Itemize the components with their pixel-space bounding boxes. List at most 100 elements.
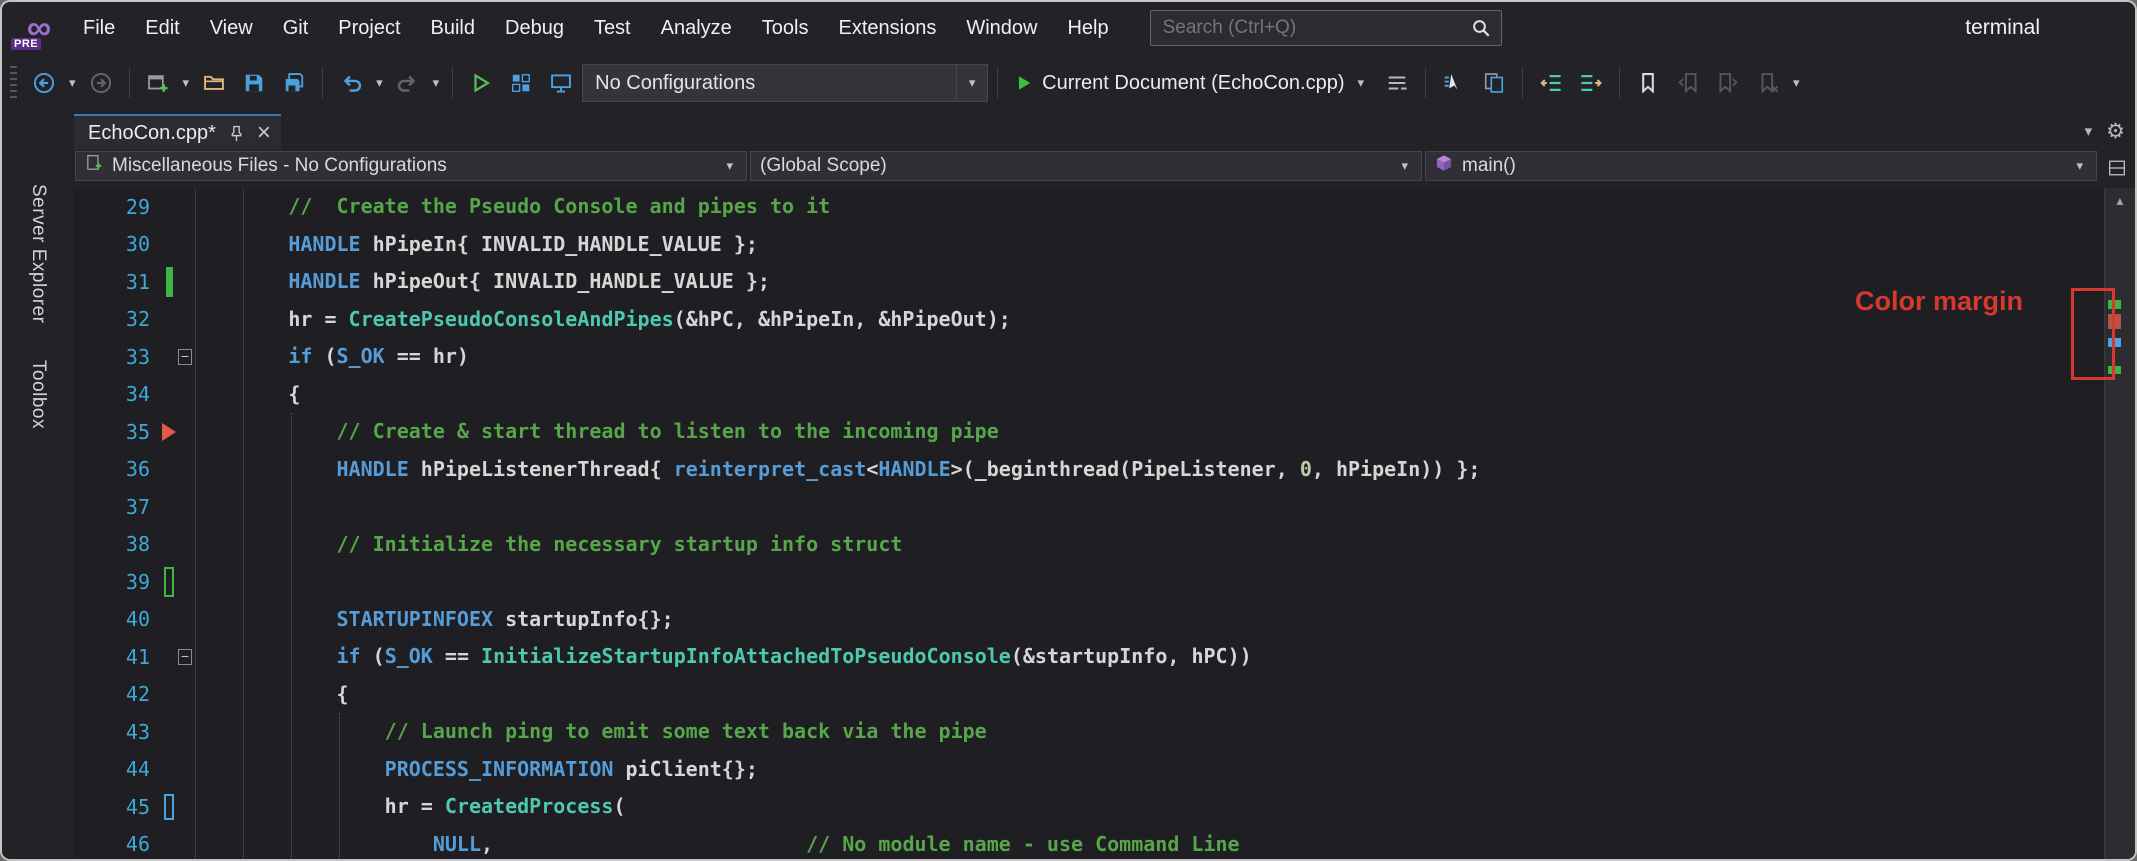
project-dropdown-caret[interactable]: ▾ [722, 158, 737, 174]
menu-item-project[interactable]: Project [323, 2, 415, 54]
redo-dropdown-caret[interactable]: ▾ [429, 75, 444, 91]
line-number[interactable]: 35 [74, 420, 160, 444]
search-input[interactable] [1160, 16, 1471, 40]
line-number[interactable]: 39 [74, 570, 160, 594]
code-text[interactable]: HANDLE hPipeOut{ INVALID_HANDLE_VALUE }; [192, 263, 770, 301]
code-text[interactable]: STARTUPINFOEX startupInfo{}; [192, 601, 674, 639]
side-tab-server-explorer[interactable]: Server Explorer [27, 184, 49, 324]
line-number[interactable]: 41 [74, 645, 160, 669]
toolbar-options-caret[interactable]: ▾ [1789, 75, 1804, 91]
search-icon[interactable] [1471, 18, 1491, 38]
outline-margin[interactable]: − [178, 348, 192, 365]
previous-bookmark-button[interactable] [1669, 63, 1707, 103]
decrease-indent-button[interactable] [1532, 63, 1570, 103]
breakpoint-margin[interactable] [160, 566, 178, 597]
code-text[interactable]: // Create the Pseudo Console and pipes t… [192, 188, 830, 226]
pin-icon[interactable] [228, 125, 245, 142]
member-dropdown[interactable]: main() ▾ [1425, 151, 2097, 181]
code-text[interactable]: PROCESS_INFORMATION piClient{}; [192, 751, 758, 789]
code-text[interactable]: { [192, 376, 300, 414]
toolbar-grip[interactable] [10, 66, 17, 100]
scope-dropdown-caret[interactable]: ▾ [1397, 158, 1412, 174]
code-text[interactable]: if (S_OK == hr) [192, 338, 469, 376]
menu-item-help[interactable]: Help [1052, 2, 1123, 54]
menu-item-test[interactable]: Test [579, 2, 646, 54]
line-number[interactable]: 32 [74, 307, 160, 331]
undo-button[interactable] [332, 63, 370, 103]
increase-indent-button[interactable] [1572, 63, 1610, 103]
search-box[interactable] [1149, 10, 1502, 46]
code-text[interactable]: if (S_OK == InitializeStartupInfoAttache… [192, 638, 1252, 676]
code-text[interactable]: HANDLE hPipeIn{ INVALID_HANDLE_VALUE }; [192, 226, 758, 264]
menu-item-extensions[interactable]: Extensions [823, 2, 951, 54]
new-project-dropdown-caret[interactable]: ▾ [179, 75, 194, 91]
line-number[interactable]: 45 [74, 795, 160, 819]
breakpoint-margin[interactable] [160, 266, 178, 297]
code-area[interactable]: 29 // Create the Pseudo Console and pipe… [74, 188, 2105, 859]
line-number[interactable]: 29 [74, 195, 160, 219]
line-number[interactable]: 37 [74, 495, 160, 519]
line-number[interactable]: 33 [74, 345, 160, 369]
line-number[interactable]: 36 [74, 457, 160, 481]
save-all-button[interactable] [275, 63, 313, 103]
vertical-scrollbar[interactable]: ▲ [2104, 188, 2135, 859]
navigate-back-dropdown-caret[interactable]: ▾ [65, 75, 80, 91]
code-text[interactable]: // Create & start thread to listen to th… [192, 413, 999, 451]
collapse-region-button[interactable]: − [178, 348, 192, 365]
settings-gear-icon[interactable]: ⚙ [2106, 119, 2125, 144]
browser-link-button[interactable] [542, 63, 580, 103]
split-editor-icon[interactable] [2100, 151, 2134, 185]
menu-item-analyze[interactable]: Analyze [646, 2, 747, 54]
debug-target-options-button[interactable] [1378, 63, 1416, 103]
line-number[interactable]: 31 [74, 270, 160, 294]
startup-project-caret[interactable]: ▾ [1353, 75, 1368, 91]
document-compare-button[interactable] [1475, 63, 1513, 103]
side-tab-toolbox[interactable]: Toolbox [27, 360, 49, 429]
line-number[interactable]: 30 [74, 232, 160, 256]
line-number[interactable]: 34 [74, 382, 160, 406]
scrollbar-up-arrow[interactable]: ▲ [2105, 188, 2135, 214]
menu-item-window[interactable]: Window [951, 2, 1052, 54]
code-text[interactable]: HANDLE hPipeListenerThread{ reinterpret_… [192, 451, 1481, 489]
project-dropdown[interactable]: Miscellaneous Files - No Configurations … [75, 151, 747, 181]
start-debugging-icon[interactable] [1015, 74, 1033, 92]
menu-item-tools[interactable]: Tools [747, 2, 824, 54]
line-number[interactable]: 46 [74, 832, 160, 856]
attach-to-process-button[interactable] [502, 63, 540, 103]
undo-dropdown-caret[interactable]: ▾ [372, 75, 387, 91]
code-text[interactable]: // Initialize the necessary startup info… [192, 526, 903, 564]
navigate-pointer-button[interactable] [1435, 63, 1473, 103]
close-icon[interactable]: × [257, 121, 271, 145]
menu-item-edit[interactable]: Edit [130, 2, 194, 54]
navigate-back-button[interactable] [25, 63, 63, 103]
new-project-button[interactable] [139, 63, 177, 103]
navigate-forward-button[interactable] [82, 63, 120, 103]
startup-project-dropdown[interactable]: Current Document (EchoCon.cpp) ▾ [1007, 72, 1376, 95]
clear-bookmarks-button[interactable] [1749, 63, 1787, 103]
breakpoint-margin[interactable] [160, 793, 178, 820]
configurations-dropdown-caret[interactable]: ▾ [956, 65, 987, 101]
line-number[interactable]: 42 [74, 682, 160, 706]
collapse-region-button[interactable]: − [178, 648, 192, 665]
line-number[interactable]: 43 [74, 720, 160, 744]
outline-margin[interactable]: − [178, 648, 192, 665]
code-text[interactable]: { [192, 676, 348, 714]
line-number[interactable]: 38 [74, 532, 160, 556]
menu-item-git[interactable]: Git [268, 2, 324, 54]
code-text[interactable]: hr = CreatePseudoConsoleAndPipes(&hPC, &… [192, 301, 1010, 339]
menu-item-view[interactable]: View [195, 2, 268, 54]
start-without-debugging-button[interactable] [462, 63, 500, 103]
redo-button[interactable] [389, 63, 427, 103]
member-dropdown-caret[interactable]: ▾ [2072, 158, 2087, 174]
next-bookmark-button[interactable] [1709, 63, 1747, 103]
code-text[interactable]: NULL, // No module name - use Command Li… [192, 826, 1240, 860]
menu-item-debug[interactable]: Debug [490, 2, 579, 54]
scope-dropdown[interactable]: (Global Scope) ▾ [750, 151, 1422, 181]
line-number[interactable]: 40 [74, 607, 160, 631]
toggle-bookmark-button[interactable] [1629, 63, 1667, 103]
tab-echocon[interactable]: EchoCon.cpp* × [74, 114, 281, 150]
configurations-dropdown[interactable]: No Configurations ▾ [582, 64, 989, 102]
line-number[interactable]: 44 [74, 757, 160, 781]
open-file-button[interactable] [195, 63, 233, 103]
code-text[interactable]: // Launch ping to emit some text back vi… [192, 713, 987, 751]
